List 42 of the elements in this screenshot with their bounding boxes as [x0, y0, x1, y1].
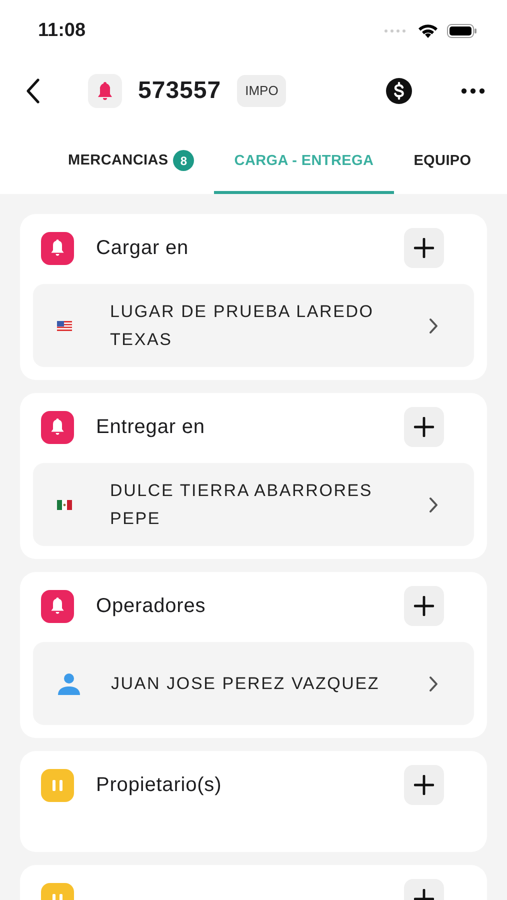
section-title: Operadores	[96, 594, 206, 619]
section-title: Entregar en	[96, 415, 205, 440]
add-button[interactable]	[404, 765, 444, 805]
dollar-icon	[385, 77, 413, 105]
add-button[interactable]	[404, 228, 444, 268]
mexico-flag-icon	[57, 500, 72, 510]
wifi-icon	[417, 23, 439, 39]
order-number: 573557	[138, 76, 222, 106]
back-button[interactable]	[26, 78, 40, 104]
bell-status-icon	[41, 232, 74, 264]
plus-icon	[414, 417, 434, 437]
pause-status-icon	[41, 768, 74, 802]
add-button[interactable]	[404, 586, 444, 626]
chevron-icon	[429, 496, 438, 512]
section-title: Cargar en	[96, 236, 189, 261]
payment-button[interactable]	[385, 77, 413, 105]
status-time: 11:08	[38, 18, 86, 43]
plus-icon	[414, 238, 434, 258]
bell-status-icon	[41, 590, 74, 622]
section-title: Propietario(s)	[96, 773, 222, 798]
item-text: LUGAR DE PRUEBA LAREDO TEXAS	[110, 300, 375, 350]
person-icon	[57, 672, 81, 696]
chevron-icon	[429, 318, 438, 334]
list-item[interactable]: JUAN JOSE PEREZ VAZQUEZ	[33, 642, 474, 725]
bell-status-icon	[41, 410, 74, 444]
type-tag: IMPO	[237, 75, 286, 107]
us-flag-icon	[57, 320, 72, 330]
add-button[interactable]	[404, 407, 444, 447]
plus-icon	[414, 775, 434, 795]
back-icon	[26, 78, 40, 104]
count-badge: 8	[173, 150, 194, 172]
bell-icon	[97, 81, 113, 101]
list-item[interactable]: DULCE TIERRA ABARRORES PEPE	[33, 463, 474, 546]
item-text: JUAN JOSE PEREZ VAZQUEZ	[111, 672, 381, 694]
item-text: DULCE TIERRA ABARRORES PEPE	[110, 480, 374, 530]
more-icon	[461, 88, 485, 94]
tab[interactable]: MERCANCIAS 8	[48, 132, 214, 194]
list-item[interactable]: LUGAR DE PRUEBA LAREDO TEXAS	[33, 284, 474, 367]
battery-icon	[447, 24, 477, 38]
plus-icon	[414, 596, 434, 616]
chevron-icon	[429, 676, 438, 692]
tab[interactable]: EQUIPO	[394, 132, 492, 194]
